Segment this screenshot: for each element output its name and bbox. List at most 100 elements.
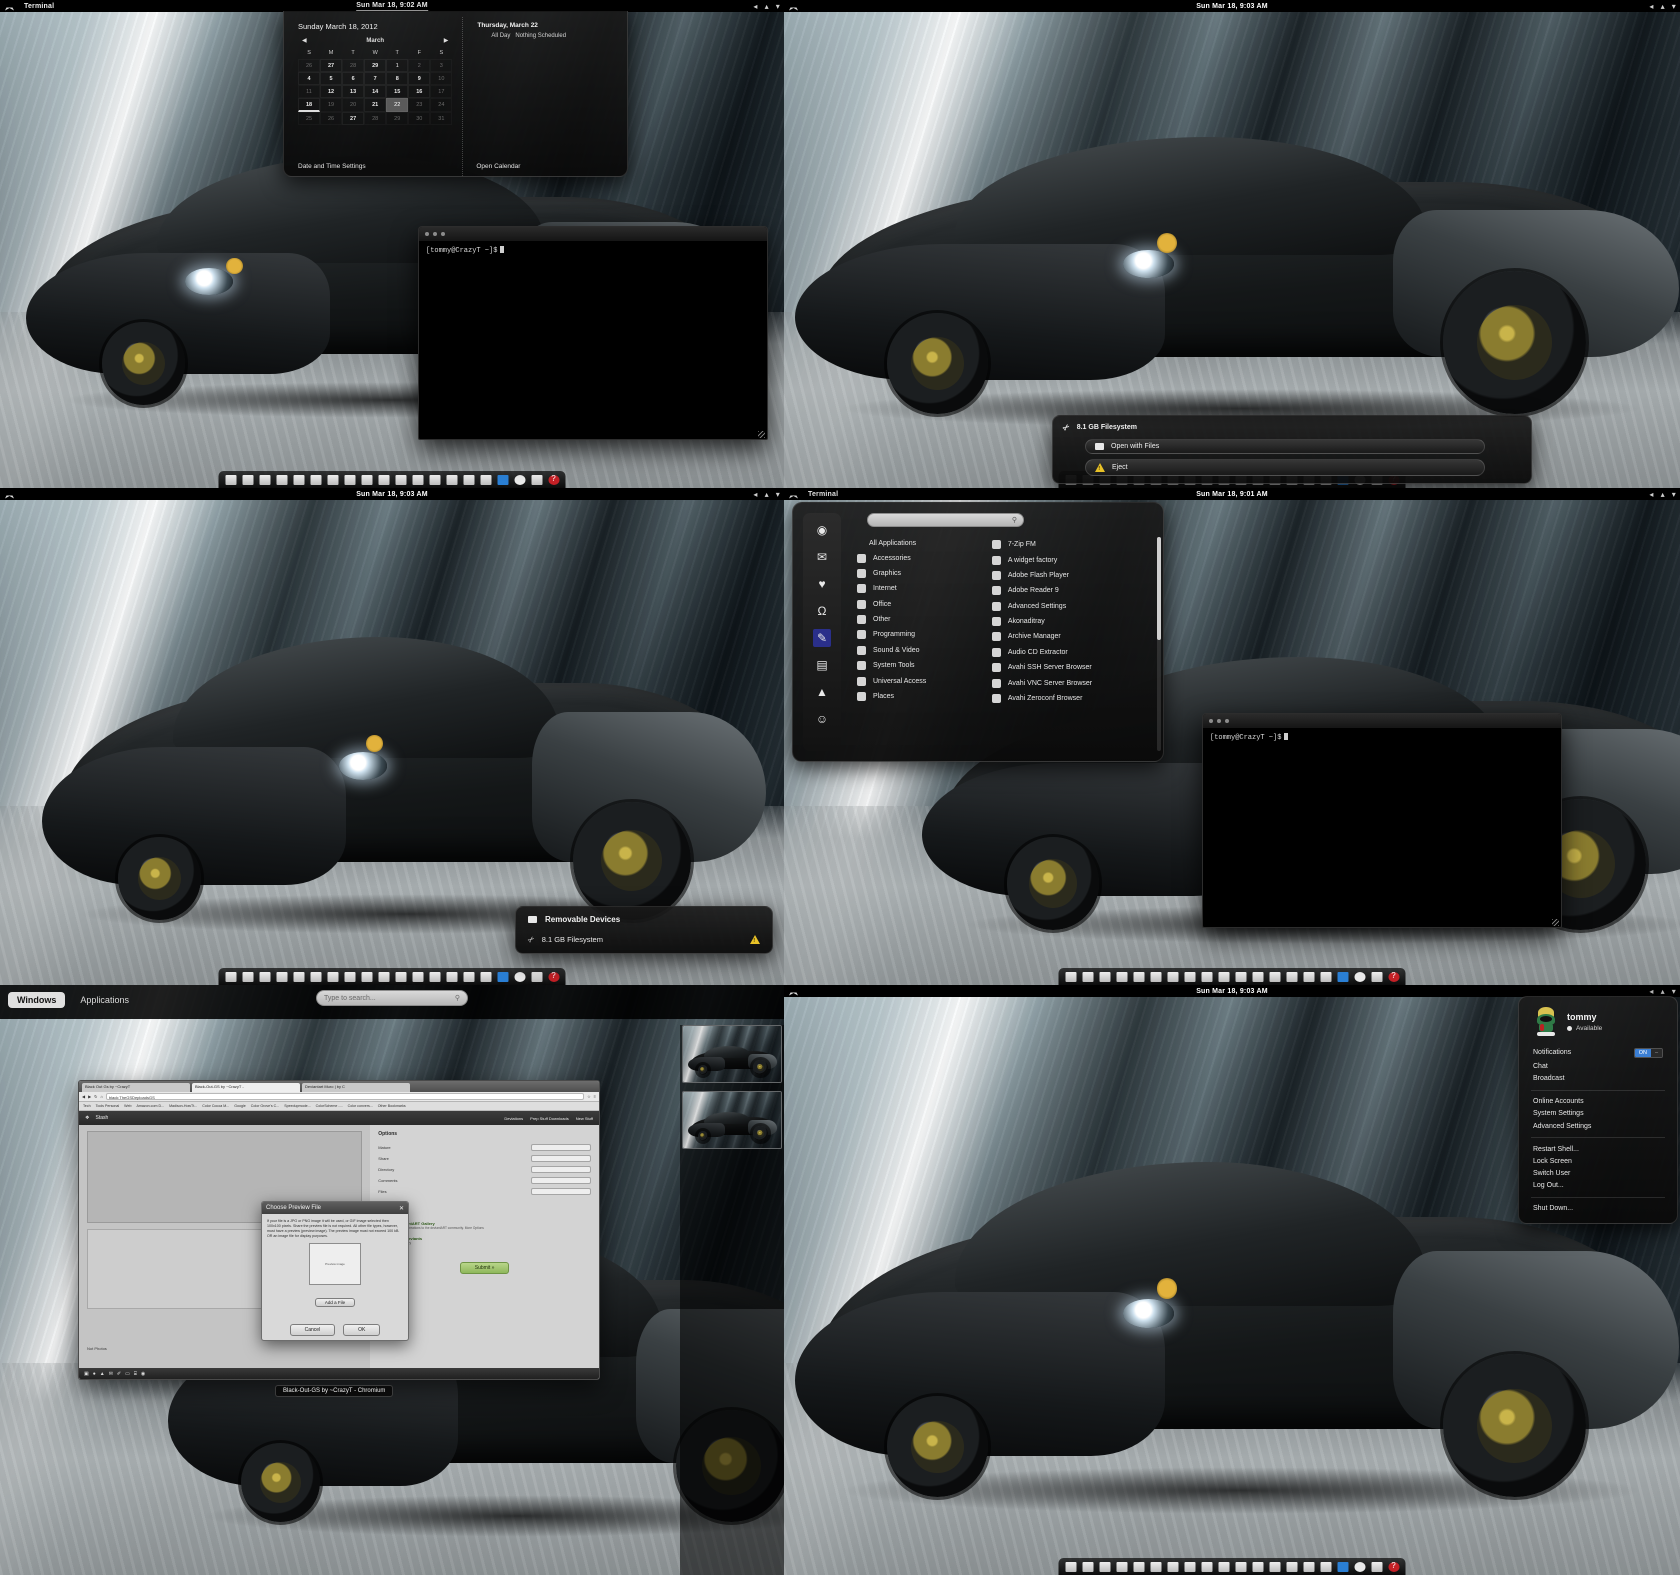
application-list[interactable]: 7-Zip FM A widget factory Adobe Flash Play… (988, 537, 1161, 751)
clock[interactable]: Sun Mar 18, 9:03 AM (356, 491, 428, 498)
terminal-titlebar[interactable] (1203, 714, 1561, 728)
dock-item-feather-icon[interactable] (1166, 1560, 1180, 1574)
dock-item-mail-icon[interactable] (1149, 1560, 1163, 1574)
activities-button[interactable] (784, 1, 798, 11)
system-tray[interactable]: ◂ ▴ ▾ (1649, 2, 1676, 11)
activities-button[interactable] (784, 489, 798, 499)
clock[interactable]: Sun Mar 18, 9:03 AM (1196, 3, 1268, 10)
user-menu-item-restart-shell-[interactable]: Restart Shell... (1519, 1143, 1677, 1155)
user-menu-item-lock-screen[interactable]: Lock Screen (1519, 1155, 1677, 1167)
forward-icon[interactable]: ▶ (88, 1094, 91, 1099)
dock-item-chromium-icon[interactable] (275, 473, 289, 487)
publish-item[interactable]: My deviantART Gallery Share your creation… (378, 1218, 591, 1233)
terminal-window[interactable]: [tommy@CrazyT ~]$ (1202, 713, 1562, 928)
dock-item-calculator-icon[interactable] (1217, 970, 1231, 984)
category-universal-access[interactable]: Universal Access (853, 673, 980, 688)
dock-item-power-icon[interactable] (1353, 970, 1367, 984)
favorite-gimp-icon[interactable]: ▲ (813, 683, 831, 701)
app-menu-label[interactable]: Terminal (24, 3, 54, 10)
option-row[interactable]: Share (378, 1153, 591, 1164)
bookmark-item[interactable]: Color Grove's C... (251, 1104, 279, 1108)
user-menu-item-online-accounts[interactable]: Online Accounts (1519, 1096, 1677, 1108)
eject-button[interactable]: Eject (1085, 459, 1485, 476)
calendar-next-button[interactable]: ▶ (444, 37, 449, 44)
calendar-day[interactable]: 11 (298, 85, 320, 98)
user-menu-item-notifications[interactable]: Notifications ON – (1519, 1045, 1677, 1060)
dock-item-disk-icon[interactable] (411, 970, 425, 984)
app-avahi-zeroconf-browser[interactable]: Avahi Zeroconf Browser (988, 691, 1155, 706)
dock-item-calculator-icon[interactable] (377, 970, 391, 984)
dock-item-files-icon[interactable] (224, 473, 238, 487)
calendar-prev-button[interactable]: ◀ (302, 37, 307, 44)
option-control[interactable] (531, 1177, 591, 1184)
app-adobe-reader-9[interactable]: Adobe Reader 9 (988, 583, 1155, 598)
site-tab[interactable]: Prep Stuff Downloads (530, 1116, 569, 1121)
activities-button[interactable] (0, 1, 14, 11)
calendar-day[interactable]: 7 (364, 72, 387, 85)
publish-items[interactable]: My deviantART Gallery Share your creation… (378, 1218, 591, 1248)
option-row[interactable]: Comments (378, 1175, 591, 1186)
user-menu-items[interactable]: Notifications ON – Chat Broadcast Online Acco… (1519, 1045, 1677, 1215)
user-menu-item-switch-user[interactable]: Switch User (1519, 1168, 1677, 1180)
dock-item-archive-icon[interactable] (1319, 970, 1333, 984)
back-icon[interactable]: ◀ (82, 1094, 85, 1099)
chromium-window[interactable]: Black Out Gs by ~CrazyT Black-Out-GS by ~… (78, 1080, 600, 1380)
dock-item-pen-icon[interactable] (1200, 1560, 1214, 1574)
bookmark-item[interactable]: ColorScheme -... (316, 1104, 343, 1108)
calendar-day[interactable]: 20 (342, 98, 364, 112)
calendar-day[interactable]: 30 (408, 112, 430, 125)
network-icon[interactable]: ▴ (765, 2, 769, 11)
dock-item-leaf-icon[interactable] (1098, 1560, 1112, 1574)
reload-icon[interactable]: ↻ (94, 1094, 97, 1099)
dock[interactable]: ? (1058, 1558, 1406, 1575)
dock-item-help-icon[interactable]: ? (547, 473, 561, 487)
calendar-day[interactable]: 25 (298, 112, 320, 125)
dock-item-firefox-icon[interactable] (1132, 1560, 1146, 1574)
dock-item-monitor-icon[interactable] (343, 970, 357, 984)
dock-item-leaf-icon[interactable] (258, 473, 272, 487)
calendar-day[interactable]: 18 (298, 98, 321, 112)
dock-item-help-icon[interactable]: ? (1387, 970, 1401, 984)
close-icon[interactable]: ✕ (399, 1205, 404, 1212)
calendar-day[interactable]: 1 (386, 59, 409, 72)
dock-item-calculator-icon[interactable] (1217, 1560, 1231, 1574)
network-icon[interactable]: ▴ (1661, 2, 1665, 11)
terminal-body[interactable]: [tommy@CrazyT ~]$ (419, 241, 767, 260)
app-advanced-settings[interactable]: Advanced Settings (988, 599, 1155, 614)
volume-icon[interactable]: ◂ (1649, 2, 1653, 11)
clock[interactable]: Sun Mar 18, 9:03 AM (1196, 988, 1268, 995)
bookmark-item[interactable]: Tech (83, 1104, 91, 1108)
bookmarks-bar[interactable]: Tech Tools Personal Web Amazon.com D... Madi… (79, 1102, 599, 1111)
bookmark-item[interactable]: Amazon.com D... (137, 1104, 165, 1108)
dock-item-power-icon[interactable] (513, 473, 527, 487)
eject-icon[interactable] (750, 935, 760, 944)
dock-item-mail-icon[interactable] (309, 473, 323, 487)
app-menu-label[interactable]: Terminal (808, 491, 838, 498)
favorite-user-icon[interactable]: ☺ (813, 710, 831, 728)
user-menu-icon[interactable]: ▾ (776, 2, 780, 11)
choose-preview-file-dialog[interactable]: Choose Preview File ✕ If your file is a … (261, 1201, 409, 1341)
calendar-day[interactable]: 17 (430, 85, 452, 98)
dock-item-help-icon[interactable]: ? (547, 970, 561, 984)
favorites-sidebar[interactable]: ◉ ✉ ♥ Ω ✎ ▤ ▲ ☺ (803, 513, 841, 751)
dock-item-trash-icon[interactable] (1370, 1560, 1384, 1574)
calendar-day[interactable]: 6 (342, 72, 365, 85)
system-tray[interactable]: ◂ ▴ ▾ (753, 2, 780, 11)
calendar-day[interactable]: 10 (430, 72, 452, 85)
category-sound-video[interactable]: Sound & Video (853, 643, 980, 658)
dock-item-blue-app-icon[interactable] (1336, 1560, 1350, 1574)
dock-item-blue-app-icon[interactable] (496, 970, 510, 984)
dock-item-person-icon[interactable] (428, 970, 442, 984)
user-menu-icon[interactable]: ▾ (1672, 987, 1676, 996)
dock-item-folder-icon[interactable] (462, 473, 476, 487)
tab-windows[interactable]: Windows (8, 992, 66, 1008)
browser-tab[interactable]: Black-Out-GS by ~CrazyT - (192, 1083, 300, 1092)
user-menu-item-system-settings[interactable]: System Settings (1519, 1108, 1677, 1120)
dock-item-gimp-icon[interactable] (1234, 970, 1248, 984)
site-tab[interactable]: New Stuff (576, 1116, 593, 1121)
calendar-day[interactable]: 29 (364, 59, 387, 72)
category-graphics[interactable]: Graphics (853, 566, 980, 581)
dock-item-trash-icon[interactable] (1370, 970, 1384, 984)
dock-item-pen-icon[interactable] (360, 970, 374, 984)
dock-item-person-icon[interactable] (1268, 1560, 1282, 1574)
